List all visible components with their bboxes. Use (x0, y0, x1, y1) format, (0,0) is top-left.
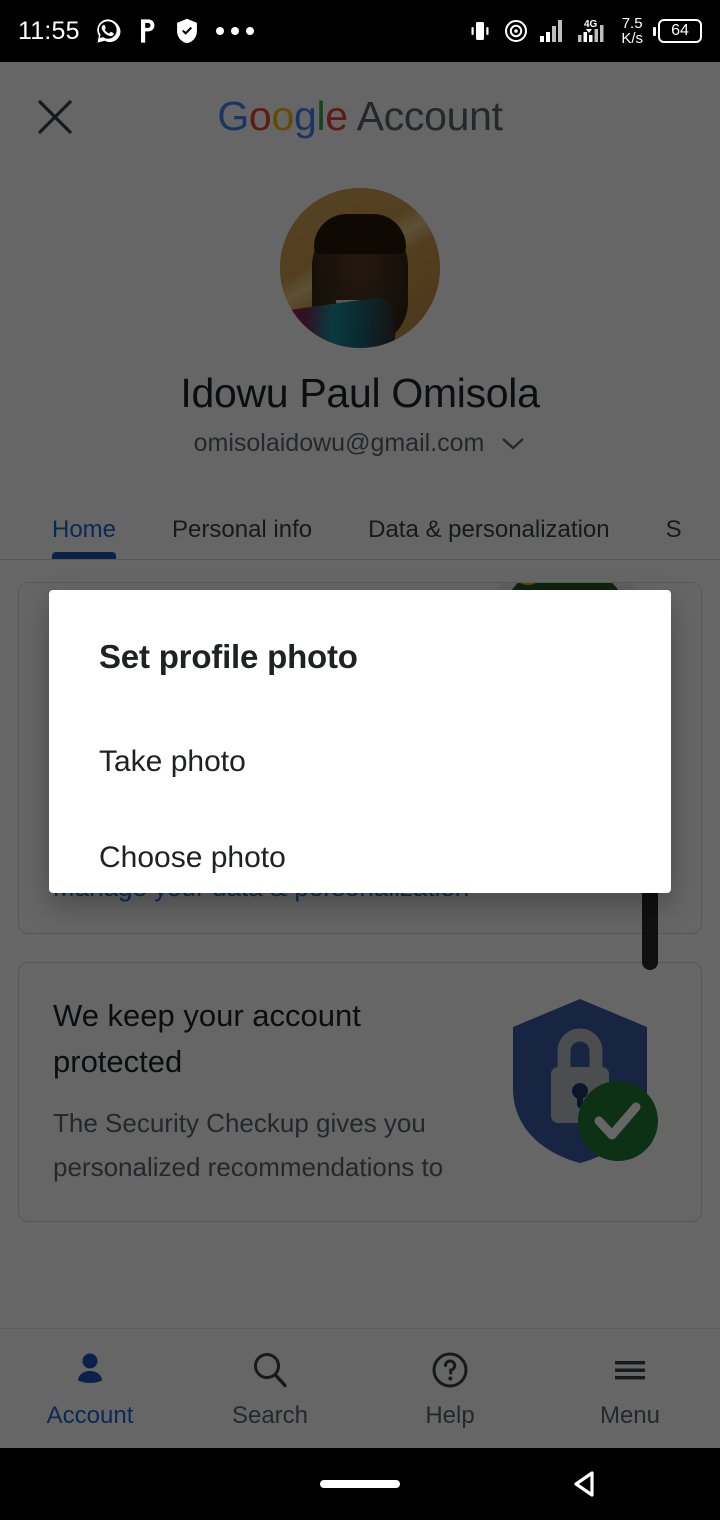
google-logo-g2: g (294, 93, 317, 139)
dialog-option-choose-photo[interactable]: Choose photo (49, 826, 671, 890)
tab-personal-info[interactable]: Personal info (172, 516, 312, 560)
profile-name: Idowu Paul Omisola (0, 370, 720, 417)
status-bar: 11:55 (0, 0, 720, 62)
google-logo-o1: o (249, 93, 272, 139)
page-title: Google Account (0, 90, 720, 142)
help-circle-icon (428, 1348, 472, 1392)
card-security-body: The Security Checkup gives you personali… (53, 1101, 483, 1189)
network-speed-value: 7.5 (621, 16, 643, 31)
hamburger-menu-icon (608, 1348, 652, 1392)
phone-screen: 11:55 (0, 0, 720, 1520)
tab-home[interactable]: Home (52, 516, 116, 560)
avatar-hair (314, 214, 406, 254)
nav-item-help[interactable]: Help (360, 1348, 540, 1430)
nav-item-search[interactable]: Search (180, 1348, 360, 1430)
dialog-option-take-photo[interactable]: Take photo (49, 730, 671, 794)
tab-data-personalization[interactable]: Data & personalization (368, 516, 609, 560)
set-profile-photo-dialog: Set profile photo Take photo Choose phot… (49, 590, 671, 893)
network-speed-indicator: 7.5 K/s (621, 16, 643, 46)
system-navigation-bar (0, 1448, 720, 1520)
svg-text:4G: 4G (584, 19, 598, 30)
tab-security[interactable]: S (666, 516, 682, 560)
battery-nub (653, 27, 656, 36)
network-speed-unit: K/s (621, 31, 643, 46)
status-bar-right: 4G 7.5 K/s 64 (467, 16, 702, 46)
card-security[interactable]: We keep your account protected The Secur… (18, 962, 702, 1222)
4g-signal-icon: 4G (577, 17, 611, 45)
signal-bars-icon (539, 18, 567, 44)
nav-item-menu[interactable]: Menu (540, 1348, 720, 1430)
page-title-suffix: Account (348, 93, 503, 139)
nav-label-menu: Menu (600, 1402, 660, 1430)
person-icon (68, 1348, 112, 1392)
google-logo-e: e (325, 93, 348, 139)
dialog-title: Set profile photo (49, 590, 671, 676)
shield-check-icon (174, 17, 200, 45)
card-security-title: We keep your account protected (53, 993, 473, 1085)
battery-indicator: 64 (653, 19, 702, 43)
hotspot-icon (503, 18, 529, 44)
nav-label-account: Account (47, 1402, 134, 1430)
status-bar-clock: 11:55 (18, 17, 80, 46)
p-app-icon (136, 17, 160, 45)
tab-bar: Home Personal info Data & personalizatio… (0, 500, 720, 560)
shield-lock-check-icon (495, 993, 665, 1168)
avatar[interactable] (280, 188, 440, 348)
profile-email: omisolaidowu@gmail.com (194, 429, 485, 458)
search-icon (248, 1348, 292, 1392)
battery-percent-label: 64 (658, 19, 702, 43)
app-bar: Google Account (0, 62, 720, 180)
google-logo-g1: G (217, 93, 249, 139)
bottom-navigation: Account Search Help (0, 1328, 720, 1448)
nav-item-account[interactable]: Account (0, 1348, 180, 1430)
google-logo-o2: o (271, 93, 294, 139)
home-pill-icon[interactable] (320, 1480, 400, 1488)
whatsapp-icon (94, 17, 122, 45)
chevron-down-icon[interactable] (500, 436, 526, 452)
google-logo-l: l (316, 93, 325, 139)
profile-email-row[interactable]: omisolaidowu@gmail.com (0, 429, 720, 458)
status-bar-left: 11:55 (18, 17, 254, 46)
overflow-dots-icon (216, 27, 254, 35)
back-triangle-icon[interactable] (568, 1467, 602, 1501)
vibrate-icon (467, 18, 493, 44)
nav-label-help: Help (425, 1402, 474, 1430)
nav-label-search: Search (232, 1402, 308, 1430)
